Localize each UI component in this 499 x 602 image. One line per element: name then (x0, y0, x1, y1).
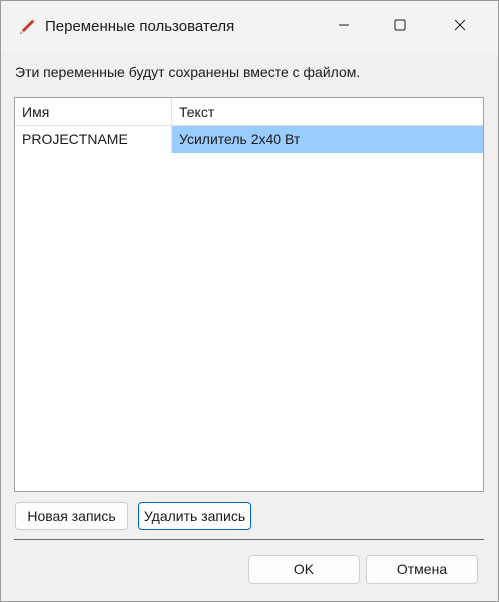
title-bar[interactable]: Переменные пользователя (1, 1, 498, 53)
close-button[interactable] (437, 1, 483, 53)
window-title: Переменные пользователя (45, 18, 235, 35)
maximize-button[interactable] (377, 1, 423, 53)
table-row[interactable]: PROJECTNAME Усилитель 2x40 Вт (15, 126, 483, 153)
pencil-icon (17, 17, 37, 37)
ok-button[interactable]: OK (248, 555, 360, 584)
minimize-icon (338, 18, 350, 36)
column-header-text[interactable]: Текст (172, 98, 483, 125)
minimize-button[interactable] (321, 1, 367, 53)
cancel-button[interactable]: Отмена (366, 555, 478, 584)
close-icon (454, 18, 466, 36)
maximize-icon (394, 18, 406, 36)
delete-record-button[interactable]: Удалить запись (138, 502, 251, 530)
divider (14, 539, 484, 540)
variables-table[interactable]: Имя Текст PROJECTNAME Усилитель 2x40 Вт (14, 97, 484, 492)
table-header: Имя Текст (15, 98, 483, 126)
cell-variable-name[interactable]: PROJECTNAME (15, 126, 172, 153)
cell-variable-text[interactable]: Усилитель 2x40 Вт (172, 126, 483, 153)
new-record-button[interactable]: Новая запись (15, 502, 128, 530)
column-header-name[interactable]: Имя (15, 98, 172, 125)
description-label: Эти переменные будут сохранены вместе с … (15, 64, 361, 80)
dialog-window: Переменные пользователя Эти переменные б… (0, 0, 499, 602)
